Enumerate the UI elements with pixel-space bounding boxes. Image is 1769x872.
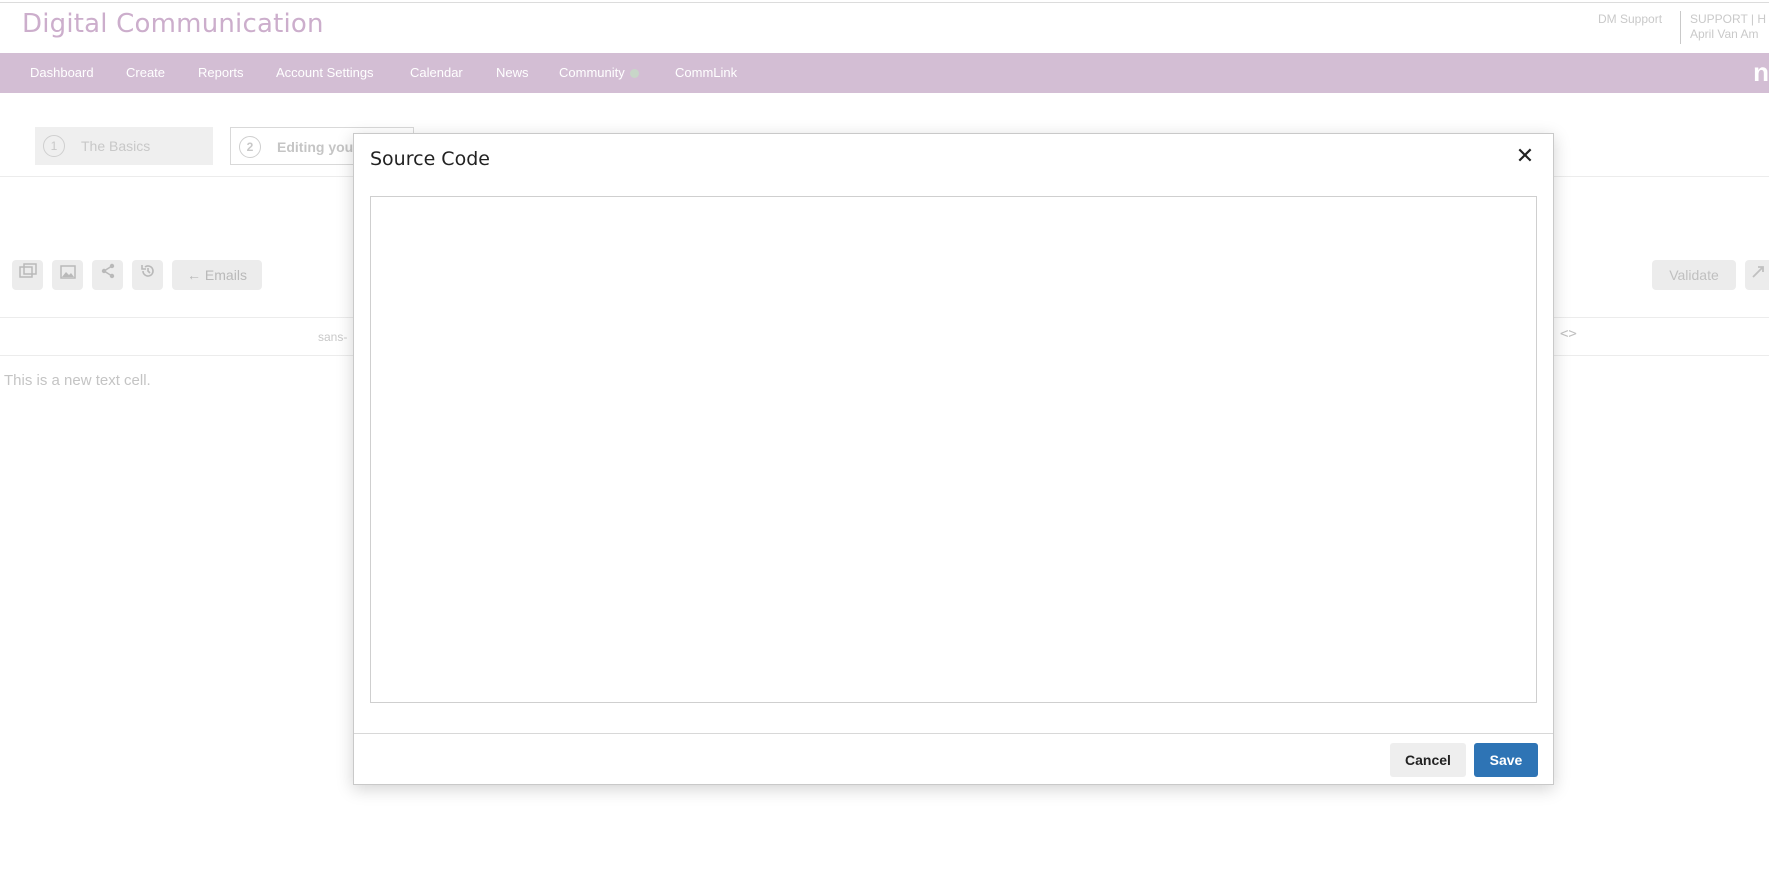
history-icon[interactable] xyxy=(132,260,163,290)
step-number: 2 xyxy=(239,136,261,158)
dialog-footer-divider xyxy=(354,733,1553,734)
step-label: Editing you xyxy=(277,139,354,155)
nav-commlink[interactable]: CommLink xyxy=(675,53,737,93)
source-code-icon[interactable]: <> xyxy=(1560,326,1577,342)
nav-create[interactable]: Create xyxy=(126,53,165,93)
top-border xyxy=(0,2,1769,3)
validate-button[interactable]: Validate xyxy=(1652,260,1736,290)
dialog-title: Source Code xyxy=(370,148,490,170)
support-link[interactable]: DM Support xyxy=(1598,12,1662,26)
nav-community[interactable]: Community xyxy=(559,53,639,93)
status-dot-icon xyxy=(629,69,639,79)
nav-dashboard[interactable]: Dashboard xyxy=(30,53,94,93)
back-to-emails-button[interactable]: ← Emails xyxy=(172,260,262,290)
close-icon[interactable]: ✕ xyxy=(1513,144,1537,168)
save-button[interactable]: Save xyxy=(1474,743,1538,777)
user-name[interactable]: April Van Am xyxy=(1690,27,1758,41)
nav-reports[interactable]: Reports xyxy=(198,53,244,93)
text-cell[interactable]: This is a new text cell. xyxy=(4,372,151,389)
expand-icon[interactable] xyxy=(1745,260,1769,290)
nav-news[interactable]: News xyxy=(496,53,529,93)
nav-community-label: Community xyxy=(559,65,625,80)
step-label: The Basics xyxy=(81,138,151,154)
nav-account-settings[interactable]: Account Settings xyxy=(276,53,374,93)
main-nav: Dashboard Create Reports Account Setting… xyxy=(0,53,1769,93)
app-title[interactable]: Digital Communication xyxy=(22,9,324,39)
brand-logo-icon: n xyxy=(1753,57,1769,87)
step-the-basics[interactable]: 1 The Basics xyxy=(35,127,213,165)
source-code-textarea[interactable] xyxy=(370,196,1537,703)
share-icon[interactable] xyxy=(92,260,123,290)
source-code-dialog: Source Code ✕ Cancel Save xyxy=(353,133,1554,785)
step-number: 1 xyxy=(43,135,65,157)
font-family-select[interactable]: sans- xyxy=(318,330,347,344)
cancel-button[interactable]: Cancel xyxy=(1390,743,1466,777)
gallery-icon[interactable] xyxy=(12,260,43,290)
header-divider xyxy=(1680,11,1681,44)
image-icon[interactable] xyxy=(52,260,83,290)
user-role[interactable]: SUPPORT | H xyxy=(1690,12,1766,26)
nav-calendar[interactable]: Calendar xyxy=(410,53,463,93)
